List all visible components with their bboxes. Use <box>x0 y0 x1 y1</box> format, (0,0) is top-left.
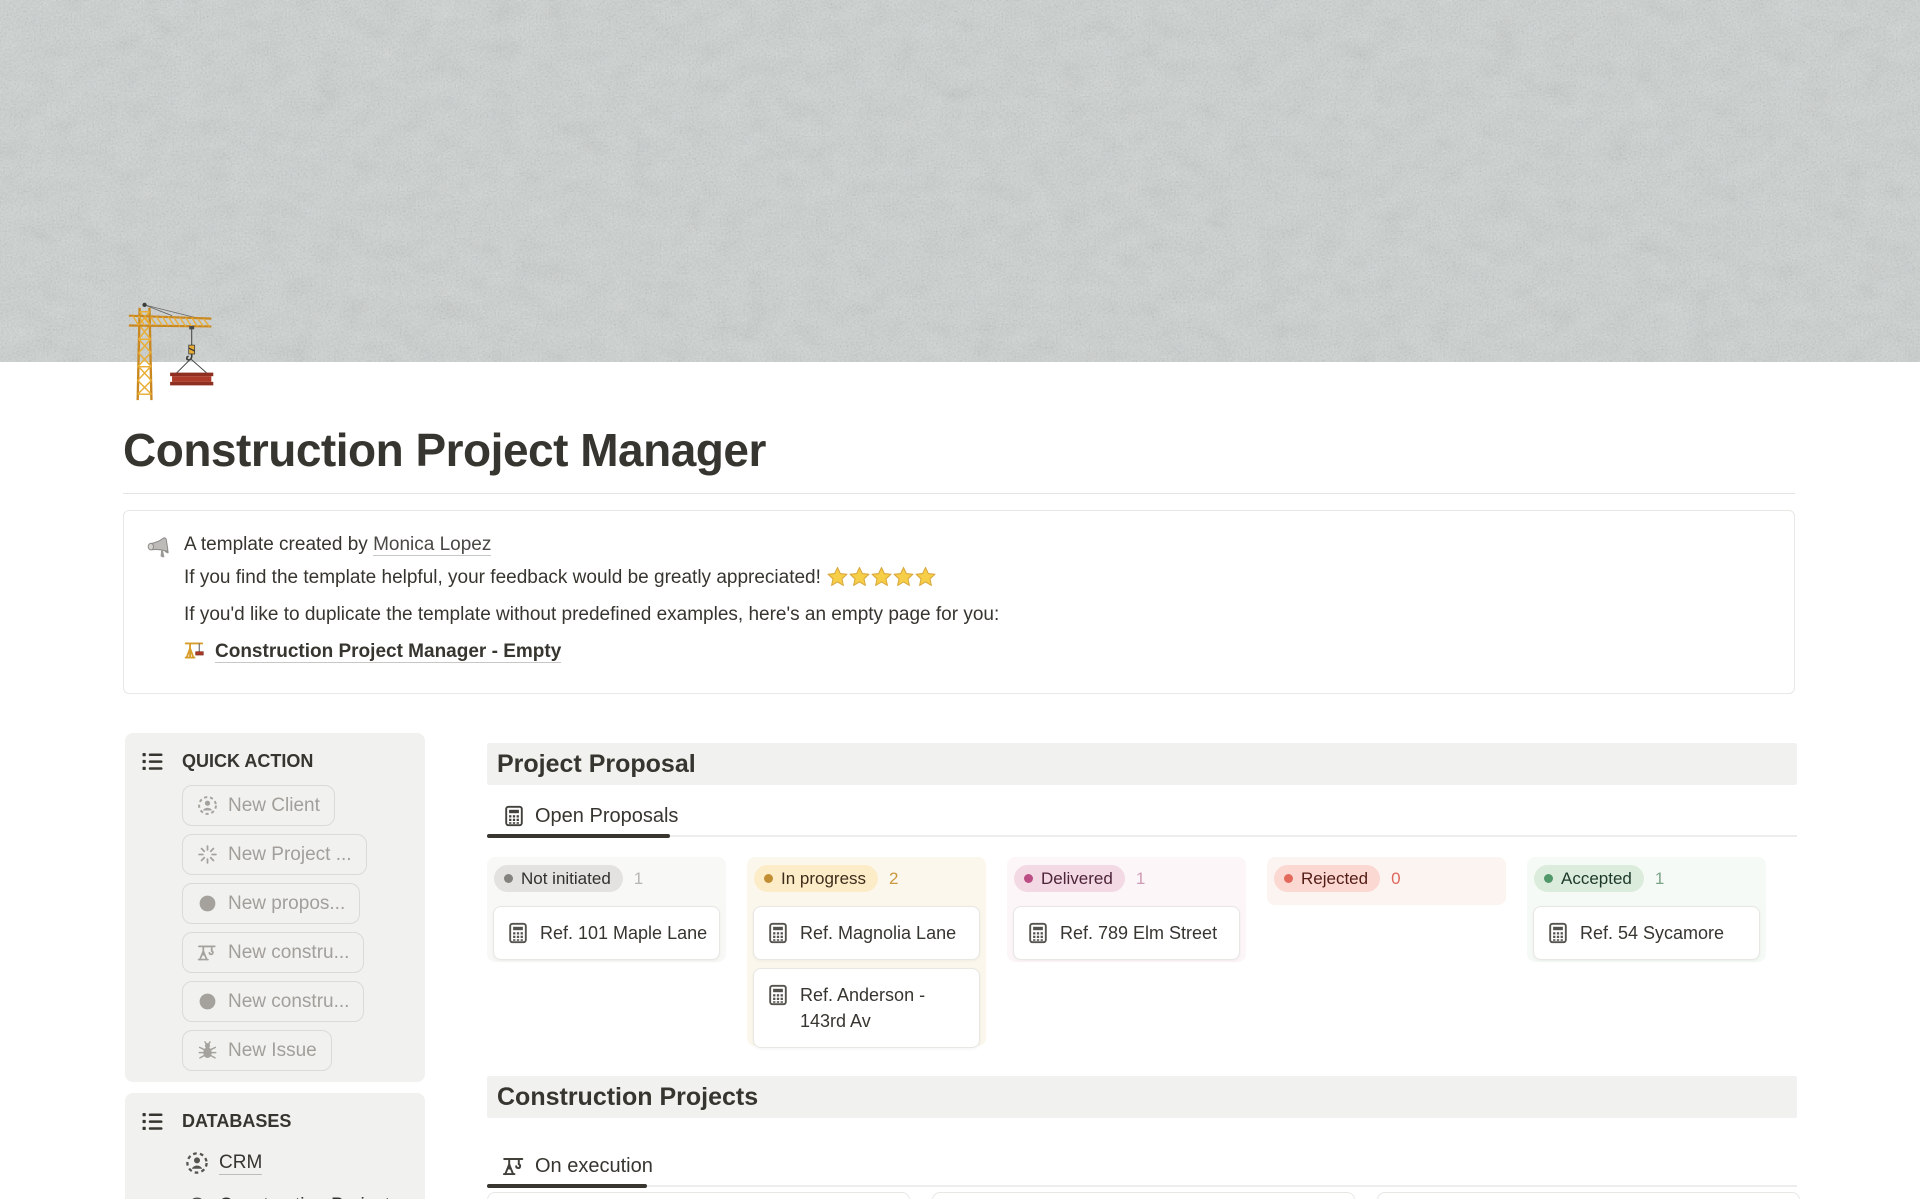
quick-action-section: QUICK ACTION New Client New Project ... … <box>125 733 425 1082</box>
star-icon <box>849 566 870 587</box>
star-icon <box>893 566 914 587</box>
calculator-icon <box>506 921 530 945</box>
circle-icon <box>197 893 218 914</box>
status-dot-icon <box>1544 874 1553 883</box>
column-count: 1 <box>634 869 643 889</box>
refresh-icon <box>185 1194 209 1199</box>
calculator-icon <box>1026 921 1050 945</box>
board-column-partial[interactable] <box>487 1192 910 1199</box>
megaphone-icon <box>146 535 173 562</box>
list-icon <box>140 1109 165 1134</box>
status-dot-icon <box>1284 874 1293 883</box>
board-column-partial[interactable] <box>1377 1192 1800 1199</box>
project-proposal-heading: Project Proposal <box>487 743 1797 785</box>
empty-page-link[interactable]: Construction Project Manager - Empty <box>215 641 561 663</box>
construction-projects-heading: Construction Projects <box>487 1076 1797 1118</box>
callout-line-duplicate: If you'd like to duplicate the template … <box>184 602 1774 628</box>
status-pill[interactable]: In progress <box>754 865 878 892</box>
column-count: 2 <box>889 869 898 889</box>
board-column-rejected: Rejected 0 <box>1267 857 1506 905</box>
circle-icon <box>197 991 218 1012</box>
callout-line-feedback: If you find the template helpful, your f… <box>184 565 1774 591</box>
author-link[interactable]: Monica Lopez <box>373 534 491 556</box>
status-dot-icon <box>764 874 773 883</box>
database-link-construction-projects[interactable]: Construction Projects <box>185 1189 425 1199</box>
person-circle-icon <box>197 795 218 816</box>
star-icon <box>827 566 848 587</box>
crane-icon <box>197 942 218 963</box>
callout-line-empty-page: Construction Project Manager - Empty <box>184 639 1774 665</box>
proposal-card[interactable]: Ref. 789 Elm Street <box>1013 906 1240 960</box>
new-construction-button[interactable]: New constru... <box>182 932 364 973</box>
board-column-in-progress: In progress 2 Ref. Magnolia Lane Ref. An… <box>747 857 986 1046</box>
status-pill[interactable]: Delivered <box>1014 865 1125 892</box>
bug-icon <box>197 1040 218 1061</box>
crane-icon <box>184 639 207 662</box>
star-icon <box>915 566 936 587</box>
divider <box>123 493 1795 494</box>
proposal-card[interactable]: Ref. Magnolia Lane <box>753 906 980 960</box>
active-tab-underline <box>487 1184 647 1188</box>
page-icon-crane[interactable] <box>121 298 229 406</box>
person-circle-icon <box>185 1151 209 1175</box>
proposal-card[interactable]: Ref. 101 Maple Lane <box>493 906 720 960</box>
construction-view-tabs: On execution <box>487 1147 1797 1187</box>
crane-icon <box>502 1154 526 1178</box>
column-count: 1 <box>1655 869 1664 889</box>
star-icon <box>871 566 892 587</box>
proposal-board: Not initiated 1 Ref. 101 Maple Lane In p… <box>487 857 1766 1046</box>
new-construction-button-2[interactable]: New constru... <box>182 981 364 1022</box>
status-dot-icon <box>504 874 513 883</box>
column-count: 0 <box>1391 869 1400 889</box>
calculator-icon <box>766 983 790 1007</box>
proposal-card[interactable]: Ref. Anderson - 143rd Av <box>753 968 980 1048</box>
burst-icon <box>197 844 218 865</box>
active-tab-underline <box>487 834 670 838</box>
status-pill[interactable]: Accepted <box>1534 865 1644 892</box>
new-issue-button[interactable]: New Issue <box>182 1030 332 1071</box>
status-pill[interactable]: Not initiated <box>494 865 623 892</box>
callout-line-author: A template created by Monica Lopez <box>184 532 1774 558</box>
construction-board-clipped <box>487 1192 1800 1199</box>
new-client-button[interactable]: New Client <box>182 785 335 826</box>
calculator-icon <box>1546 921 1570 945</box>
calculator-icon <box>502 804 526 828</box>
column-count: 1 <box>1136 869 1145 889</box>
tab-open-proposals[interactable]: Open Proposals <box>487 797 678 835</box>
databases-header: DATABASES <box>125 1093 425 1134</box>
list-icon <box>140 749 165 774</box>
tab-on-execution[interactable]: On execution <box>487 1147 653 1185</box>
new-project-button[interactable]: New Project ... <box>182 834 367 875</box>
databases-section: DATABASES CRM Construction Projects <box>125 1093 425 1199</box>
database-link-crm[interactable]: CRM <box>185 1146 425 1180</box>
board-column-not-initiated: Not initiated 1 Ref. 101 Maple Lane <box>487 857 726 962</box>
board-column-accepted: Accepted 1 Ref. 54 Sycamore <box>1527 857 1766 962</box>
cover-image <box>0 0 1920 362</box>
proposal-view-tabs: Open Proposals <box>487 797 1797 837</box>
five-stars <box>826 567 936 588</box>
proposal-card[interactable]: Ref. 54 Sycamore <box>1533 906 1760 960</box>
calculator-icon <box>766 921 790 945</box>
page-title[interactable]: Construction Project Manager <box>123 423 1523 477</box>
board-column-delivered: Delivered 1 Ref. 789 Elm Street <box>1007 857 1246 962</box>
new-proposal-button[interactable]: New propos... <box>182 883 360 924</box>
notion-page: Construction Project Manager A template … <box>0 0 1920 1199</box>
status-dot-icon <box>1024 874 1033 883</box>
status-pill[interactable]: Rejected <box>1274 865 1380 892</box>
board-column-partial[interactable] <box>932 1192 1355 1199</box>
quick-action-header: QUICK ACTION <box>125 733 425 774</box>
template-callout: A template created by Monica Lopez If yo… <box>123 510 1795 694</box>
